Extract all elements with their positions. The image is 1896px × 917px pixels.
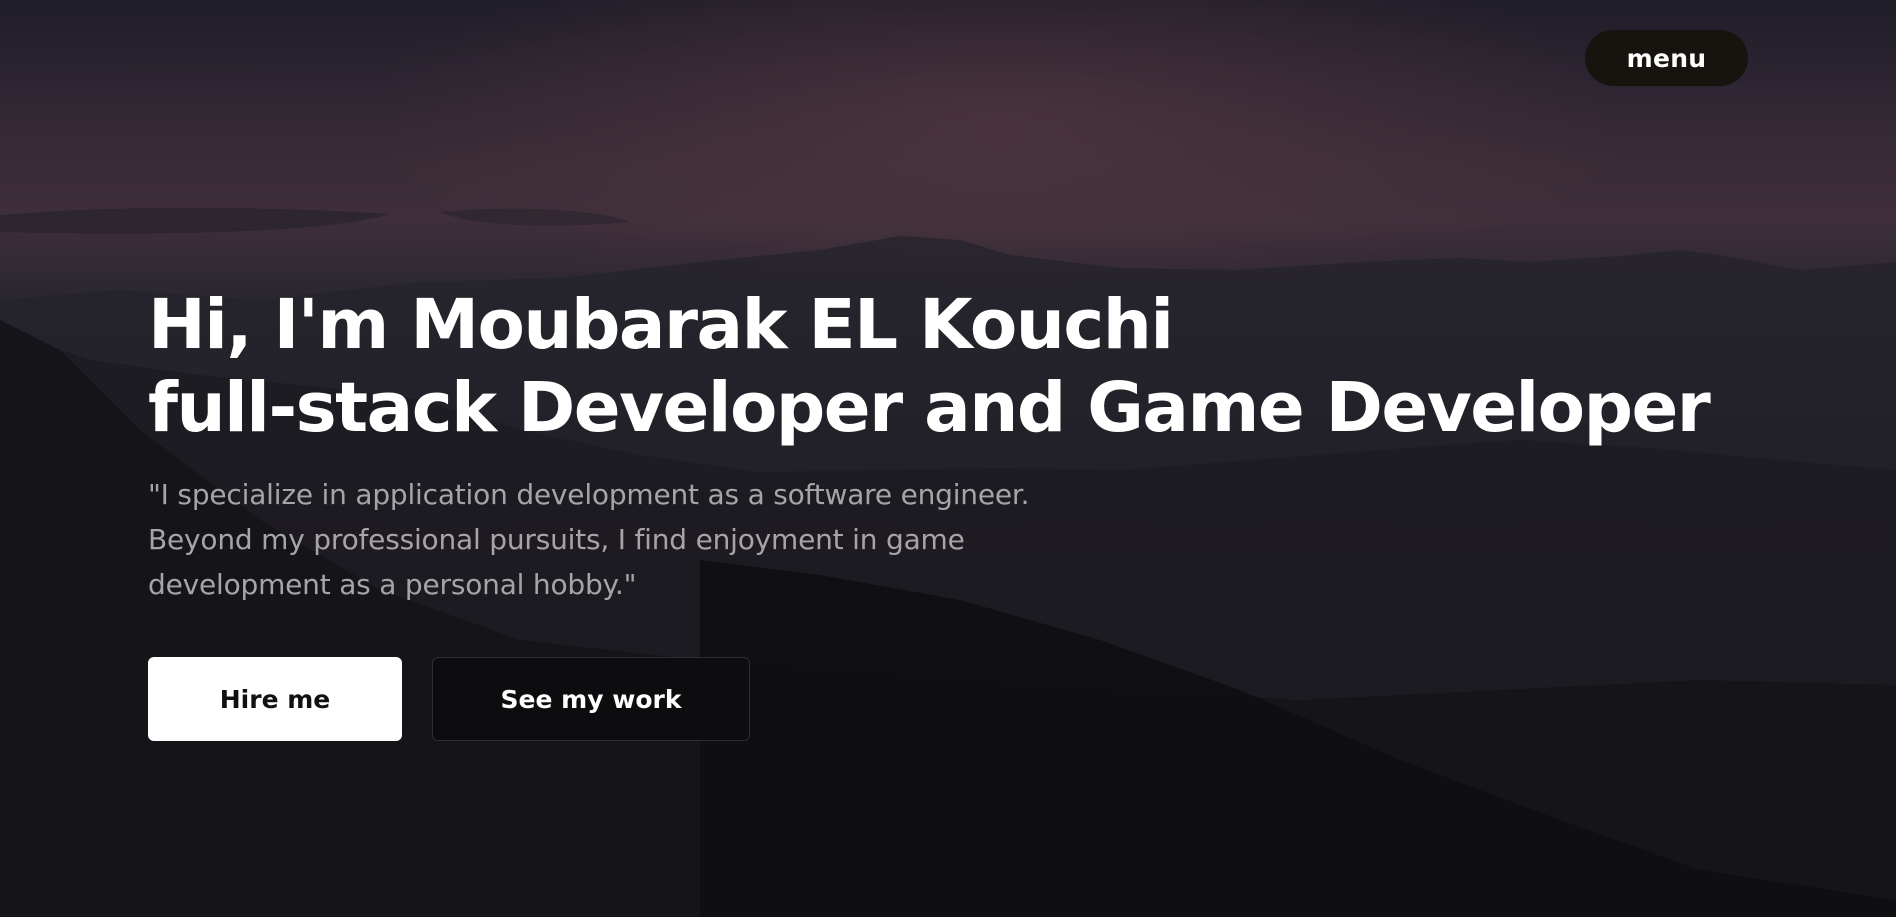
- headline-greeting: Hi, I'm Moubarak EL Kouchi: [148, 285, 1174, 365]
- cloud-band: [0, 207, 390, 234]
- mountain-silhouette: [0, 207, 1896, 917]
- cloud-band: [440, 208, 630, 226]
- hero-headline: Hi, I'm Moubarak EL Kouchi full-stack De…: [148, 284, 1868, 450]
- menu-button[interactable]: menu: [1585, 30, 1748, 86]
- headline-role: full-stack Developer and Game Developer: [148, 368, 1711, 448]
- hire-me-button[interactable]: Hire me: [148, 657, 402, 741]
- see-my-work-button[interactable]: See my work: [432, 657, 750, 741]
- hero-tagline: "I specialize in application development…: [148, 478, 1030, 601]
